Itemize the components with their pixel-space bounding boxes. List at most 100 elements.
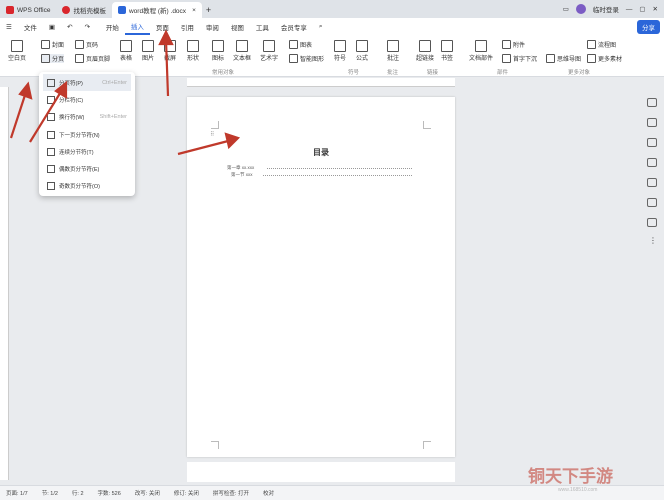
corner-mark bbox=[211, 121, 219, 129]
flowchart-button[interactable]: 流程图 bbox=[587, 40, 616, 49]
hyperlink-button[interactable]: 超链接 bbox=[416, 40, 434, 62]
symbol-button[interactable]: 符号 bbox=[334, 40, 346, 62]
menu-start[interactable]: 开始 bbox=[100, 18, 125, 35]
more-material-button[interactable]: 更多素材 bbox=[587, 54, 622, 63]
drop-cap-button[interactable]: 首字下沉 bbox=[502, 54, 537, 63]
screenshot-button[interactable]: 截屏 bbox=[164, 40, 176, 62]
page-break-icon bbox=[47, 78, 55, 87]
link-icon bbox=[419, 40, 431, 52]
status-proof[interactable]: 校对 bbox=[263, 489, 274, 497]
tab-wps-office[interactable]: WPS Office bbox=[0, 2, 56, 18]
status-revise[interactable]: 改写: 关闭 bbox=[135, 489, 160, 497]
cover-button[interactable]: 封面 bbox=[41, 40, 64, 49]
continuous-section-icon bbox=[47, 147, 55, 156]
menu-page[interactable]: 页面 bbox=[150, 18, 175, 35]
drop-cap-icon bbox=[502, 54, 511, 63]
textbox-icon bbox=[236, 40, 248, 52]
watermark-url: www.168510.com bbox=[558, 487, 598, 493]
header-footer-button[interactable]: 页眉页脚 bbox=[75, 54, 110, 63]
menu-insert[interactable]: 插入 bbox=[124, 18, 150, 35]
check-icon[interactable] bbox=[647, 198, 657, 207]
formula-icon bbox=[356, 40, 368, 52]
group-more: 更多对象 bbox=[568, 70, 591, 76]
status-track[interactable]: 修订: 关闭 bbox=[174, 489, 199, 497]
table-button[interactable]: 表格 bbox=[120, 40, 132, 62]
bookmark-button[interactable]: 书签 bbox=[441, 40, 453, 62]
attachment-button[interactable]: 附件 bbox=[502, 40, 525, 49]
mindmap-button[interactable]: 思维导图 bbox=[546, 54, 581, 63]
page-number-button[interactable]: 页码 bbox=[75, 40, 98, 49]
menu-item-continuous-section[interactable]: 连续分节符(T) bbox=[43, 143, 131, 160]
close-tab-icon[interactable]: × bbox=[192, 7, 196, 14]
edit-icon[interactable] bbox=[647, 178, 657, 187]
vertical-ruler[interactable] bbox=[0, 87, 9, 480]
hamburger-icon[interactable]: ☰ bbox=[0, 18, 18, 35]
menu-item-line-break[interactable]: 换行符(W) Shift+Enter bbox=[43, 108, 131, 125]
textbox-button[interactable]: 文本框 bbox=[233, 40, 251, 62]
adjust-icon[interactable] bbox=[647, 138, 657, 147]
menu-review[interactable]: 审阅 bbox=[200, 18, 225, 35]
menu-tools[interactable]: 工具 bbox=[250, 18, 275, 35]
status-page: 页面: 1/7 bbox=[6, 491, 28, 497]
maximize-icon[interactable]: ▢ bbox=[639, 5, 645, 13]
break-button[interactable]: 分页 bbox=[41, 54, 65, 63]
smart-graphic-icon bbox=[289, 54, 298, 63]
drag-handle-icon[interactable]: ⠿ bbox=[210, 131, 214, 138]
group-parts: 部件 bbox=[497, 70, 509, 76]
icon-button[interactable]: 图标 bbox=[212, 40, 224, 62]
doc-parts-button[interactable]: 文档部件 bbox=[469, 40, 493, 62]
settings-icon[interactable] bbox=[647, 218, 657, 227]
art-text-button[interactable]: 艺术字 bbox=[260, 40, 278, 62]
menu-item-odd-page-section[interactable]: 奇数页分节符(O) bbox=[43, 177, 131, 194]
save-icon[interactable]: ▣ bbox=[43, 18, 61, 35]
right-sidebar: ⋮ bbox=[640, 88, 664, 478]
avatar[interactable] bbox=[575, 4, 586, 14]
minimize-icon[interactable]: — bbox=[626, 6, 633, 13]
break-dropdown-menu: 分页符(P) Ctrl+Enter 分栏符(C) 换行符(W) Shift+Ente… bbox=[39, 72, 135, 196]
menu-item-next-page-section[interactable]: 下一页分节符(N) bbox=[43, 126, 131, 143]
comment-button[interactable]: 批注 bbox=[387, 40, 399, 62]
close-icon[interactable]: ✕ bbox=[653, 5, 658, 13]
chart-button[interactable]: 图表 bbox=[289, 40, 312, 49]
new-tab-icon[interactable]: + bbox=[206, 2, 211, 18]
menu-item-even-page-section[interactable]: 偶数页分节符(E) bbox=[43, 160, 131, 177]
formula-button[interactable]: 公式 bbox=[356, 40, 368, 62]
document-page[interactable] bbox=[187, 462, 455, 482]
watermark-text: 铜天下手游 bbox=[528, 467, 613, 486]
redo-icon[interactable]: ↷ bbox=[78, 18, 95, 35]
title-bar: WPS Office 找稻壳模板 word教程 (新) .docx × + ▭ 临… bbox=[0, 0, 664, 18]
menu-file[interactable]: 文件 bbox=[18, 18, 43, 35]
login-label[interactable]: 临时登录 bbox=[593, 4, 619, 14]
bookmark-icon bbox=[441, 40, 453, 52]
window-list-icon[interactable]: ▭ bbox=[563, 5, 569, 13]
menu-reference[interactable]: 引用 bbox=[175, 18, 200, 35]
smart-graphic-button[interactable]: 智能图形 bbox=[289, 54, 324, 63]
menu-vip[interactable]: 会员专享 bbox=[275, 18, 313, 35]
horizontal-ruler[interactable] bbox=[187, 78, 455, 87]
menu-item-page-break[interactable]: 分页符(P) Ctrl+Enter bbox=[43, 74, 131, 91]
picture-button[interactable]: 图片 bbox=[142, 40, 154, 62]
tab-template[interactable]: 找稻壳模板 bbox=[56, 2, 112, 18]
search-icon[interactable]: ⌕ bbox=[313, 18, 329, 35]
shape-button[interactable]: 形状 bbox=[187, 40, 199, 62]
shapes-panel-icon[interactable] bbox=[647, 158, 657, 167]
menu-item-column-break[interactable]: 分栏符(C) bbox=[43, 91, 131, 108]
menu-view[interactable]: 视图 bbox=[225, 18, 250, 35]
status-spell[interactable]: 拼写检查: 打开 bbox=[213, 489, 249, 497]
status-words: 字数: 526 bbox=[97, 491, 121, 497]
group-link: 链接 bbox=[427, 70, 439, 76]
document-page[interactable]: ⠿ 目录 第一章 xx.xxx 第一节 xxx bbox=[187, 97, 455, 457]
share-button[interactable]: 分享 bbox=[637, 19, 660, 34]
tab-document[interactable]: word教程 (新) .docx × bbox=[111, 2, 202, 18]
status-section: 节: 1/2 bbox=[41, 491, 58, 497]
header-footer-icon bbox=[75, 54, 84, 63]
line-break-icon bbox=[47, 112, 55, 121]
style-icon[interactable] bbox=[647, 118, 657, 127]
select-icon[interactable] bbox=[647, 98, 657, 107]
template-icon bbox=[62, 6, 71, 14]
toc-leader bbox=[263, 175, 412, 176]
more-icon[interactable]: ⋮ bbox=[649, 236, 657, 245]
blank-page-button[interactable]: 空白页 bbox=[8, 40, 26, 62]
undo-icon[interactable]: ↶ bbox=[61, 18, 78, 35]
cover-icon bbox=[41, 40, 50, 49]
